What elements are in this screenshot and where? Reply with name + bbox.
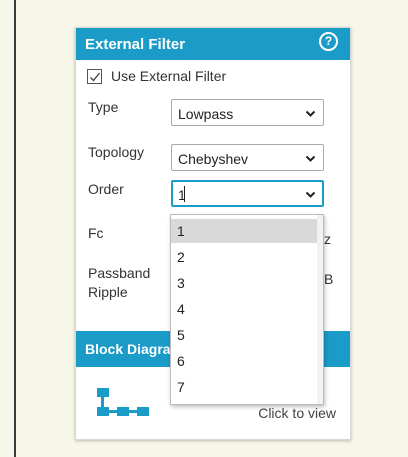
topology-value: Chebyshev [178,151,249,167]
block-diagram-title: Block Diagram [85,341,184,357]
type-value: Lowpass [178,106,234,122]
type-label: Type [88,99,119,115]
topology-label: Topology [88,144,145,160]
text-cursor [184,186,185,202]
use-external-filter-checkbox[interactable] [87,69,102,84]
order-option[interactable]: 4 [171,297,319,321]
topology-select[interactable]: Chebyshev [171,144,324,171]
order-option[interactable]: 6 [171,349,319,373]
checkmark-icon [90,72,101,82]
chevron-down-icon [305,155,316,162]
passband-ripple-label-line1: Passband [88,265,151,281]
help-icon[interactable]: ? [319,32,338,51]
chevron-down-icon [305,110,316,117]
order-select[interactable]: 1 [171,180,324,207]
order-label: Order [88,181,124,197]
order-option[interactable]: 3 [171,271,319,295]
panel-title: External Filter [85,36,186,53]
order-option[interactable]: 5 [171,323,319,347]
click-to-view-link[interactable]: Click to view [258,405,336,421]
external-filter-header: External Filter ? [76,28,350,60]
use-external-filter-label: Use External Filter [111,68,227,84]
passband-ripple-unit: B [324,271,334,287]
page-left-border [14,0,16,457]
chevron-down-icon [305,191,316,198]
block-diagram-icon[interactable] [97,388,159,420]
fc-label: Fc [88,225,104,241]
dropdown-scrollbar-track[interactable] [317,215,323,404]
order-option[interactable]: 7 [171,375,319,399]
order-option[interactable]: 2 [171,245,319,269]
fc-unit: z [324,231,331,247]
order-dropdown-list: 1 2 3 4 5 6 7 [170,214,324,405]
passband-ripple-label-line2: Ripple [88,284,128,300]
type-select[interactable]: Lowpass [171,99,324,126]
order-option[interactable]: 1 [171,219,319,243]
